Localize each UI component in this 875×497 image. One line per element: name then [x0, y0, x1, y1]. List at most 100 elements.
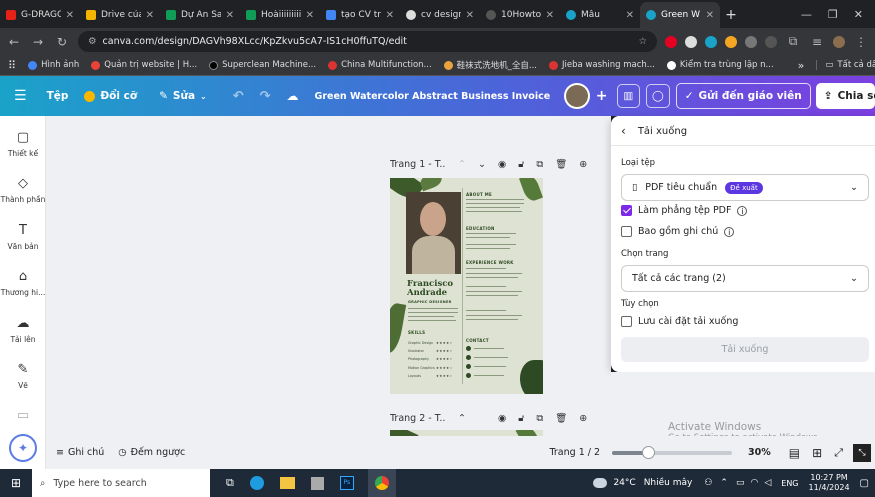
url-field[interactable]: ⚙ canva.com/design/DAGVh98XLcc/KpZkvu5cA…	[78, 31, 657, 52]
menu-icon[interactable]: ⋮	[853, 35, 869, 49]
trash-icon[interactable]: 🗑︎	[555, 413, 567, 424]
hide-icon[interactable]: ◉	[498, 413, 506, 424]
browser-tab[interactable]: Dự Án Sa ✕	[160, 2, 240, 28]
pinterest-icon[interactable]	[665, 35, 677, 48]
add-collaborator-icon[interactable]: +	[590, 88, 614, 104]
close-icon[interactable]: ✕	[546, 10, 554, 21]
bookmark-item[interactable]: Quản trị website | H...	[91, 60, 197, 70]
back-icon[interactable]: ←	[6, 35, 22, 49]
page-title[interactable]: Trang 1 - T...	[390, 159, 446, 170]
restore-icon[interactable]: ❐	[828, 8, 838, 21]
fullscreen-icon[interactable]: ⤢	[834, 446, 843, 460]
grid-view-icon[interactable]: ▤	[789, 446, 800, 460]
chevron-down-icon[interactable]: ⌄	[478, 159, 486, 170]
browser-tab[interactable]: G-DRAGO ✕	[0, 2, 80, 28]
zoom-slider-handle[interactable]	[642, 445, 656, 459]
timer-button[interactable]: ◷ Đếm ngược	[118, 447, 185, 458]
resize-button[interactable]: Đổi cỡ	[76, 90, 145, 102]
reload-icon[interactable]: ↻	[54, 35, 70, 49]
flatten-pdf-option[interactable]: Làm phẳng tệp PDF i	[621, 205, 748, 216]
chevron-up-icon[interactable]: ⌃	[720, 478, 728, 488]
bookmark-item[interactable]: 鞋袜式洗地机_全自...	[443, 59, 537, 71]
hide-icon[interactable]: ◉	[498, 159, 506, 170]
redo-icon[interactable]: ↷	[252, 89, 279, 104]
extension-icon[interactable]	[705, 35, 717, 48]
sidebar-item-more[interactable]: ▭	[0, 408, 46, 427]
info-icon[interactable]: i	[737, 205, 748, 216]
apps-icon[interactable]: ⠿	[8, 59, 16, 72]
browser-tab[interactable]: cv design ✕	[400, 2, 480, 28]
notification-icon[interactable]: ▢	[860, 478, 869, 489]
file-type-select[interactable]: ▯ PDF tiêu chuẩn Đề xuất ⌄	[621, 174, 869, 201]
bookmark-item[interactable]: Hình ảnh	[28, 60, 79, 70]
weather-desc[interactable]: Nhiều mây	[644, 478, 693, 488]
bookmark-star-icon[interactable]: ☆	[638, 36, 647, 47]
flatten-pdf-checkbox[interactable]	[621, 205, 632, 216]
site-info-icon[interactable]: ⚙	[88, 36, 97, 47]
new-tab-button[interactable]: +	[720, 2, 742, 28]
clock[interactable]: 10:27 PM 11/4/2024	[809, 473, 850, 493]
download-button[interactable]: Tải xuống	[621, 337, 869, 362]
trash-icon[interactable]: 🗑︎	[555, 159, 567, 170]
sidebar-item-design[interactable]: ▢ Thiết kế	[0, 130, 46, 158]
link-icon[interactable]	[765, 35, 777, 48]
insights-icon[interactable]: ▥	[616, 84, 641, 108]
minimize-icon[interactable]: —	[801, 8, 812, 21]
select-pages-dropdown[interactable]: Tất cả các trang (2) ⌄	[621, 265, 869, 292]
browser-tab[interactable]: Mẫu ✕	[560, 2, 640, 28]
add-page-icon[interactable]: ⊕	[579, 159, 587, 170]
close-icon[interactable]: ✕	[306, 10, 314, 21]
save-settings-checkbox[interactable]	[621, 316, 632, 327]
include-notes-option[interactable]: Bao gồm ghi chú i	[621, 226, 735, 237]
duplicate-icon[interactable]: ⧉	[536, 413, 543, 424]
lock-icon[interactable]: 🔓︎	[518, 413, 524, 424]
close-icon[interactable]: ✕	[386, 10, 394, 21]
edge-icon[interactable]	[249, 476, 264, 490]
chevron-up-icon[interactable]: ⌃	[458, 413, 466, 424]
include-notes-checkbox[interactable]	[621, 226, 632, 237]
chevron-up-icon[interactable]: ⌃	[458, 159, 466, 170]
save-settings-option[interactable]: Lưu cài đặt tải xuống	[621, 316, 738, 327]
page-counter[interactable]: Trang 1 / 2	[549, 447, 600, 458]
weather-temp[interactable]: 24°C	[613, 478, 635, 488]
document-title[interactable]: Green Watercolor Abstract Business Invoi…	[307, 91, 559, 102]
bookmark-item[interactable]: Jieba washing mach...	[549, 60, 655, 70]
wifi-icon[interactable]: ◠	[750, 478, 758, 488]
sidebar-item-draw[interactable]: ✎ Vẽ	[0, 362, 46, 390]
info-icon[interactable]: i	[724, 226, 735, 237]
duplicate-icon[interactable]: ⧉	[536, 159, 543, 170]
resume-page-1[interactable]: Francisco Andrade GRAPHIC DESIGNER SKILL…	[390, 178, 543, 394]
page-title[interactable]: Trang 2 - T...	[390, 413, 446, 424]
taskbar-search[interactable]: ⌕ Type here to search	[32, 469, 210, 497]
sidebar-item-text[interactable]: T Văn bản	[0, 223, 46, 251]
avatar[interactable]	[833, 35, 845, 48]
comment-icon[interactable]: ◯	[646, 84, 670, 108]
undo-icon[interactable]: ↶	[215, 89, 252, 104]
close-window-icon[interactable]: ✕	[854, 8, 863, 21]
close-icon[interactable]: ✕	[66, 10, 74, 21]
store-icon[interactable]	[310, 476, 324, 490]
lock-icon[interactable]: 🔓︎	[518, 159, 524, 170]
bookmark-item[interactable]: Kiểm tra trùng lặp n...	[666, 60, 774, 70]
close-icon[interactable]: ✕	[706, 10, 714, 21]
magic-assistant-button[interactable]: ✦	[9, 434, 37, 462]
browser-tab-active[interactable]: Green W ✕	[640, 2, 720, 28]
sidebar-item-brand[interactable]: ⌂ Thương hi...	[0, 269, 46, 297]
zoom-level[interactable]: 30%	[748, 447, 771, 458]
close-icon[interactable]: ✕	[626, 10, 634, 21]
tab-list-icon[interactable]: ≡	[809, 35, 825, 49]
task-view-icon[interactable]: ⧉	[226, 476, 234, 490]
chrome-icon[interactable]	[367, 469, 396, 497]
browser-tab[interactable]: Drive của ✕	[80, 2, 160, 28]
menu-icon[interactable]: ☰	[0, 88, 35, 104]
people-icon[interactable]: ⚇	[704, 478, 712, 488]
bookmark-item[interactable]: Superclean Machine...	[209, 60, 316, 70]
windows-start-icon[interactable]: ⊞	[0, 476, 32, 490]
extension-icon[interactable]	[725, 35, 737, 48]
close-icon[interactable]: ✕	[146, 10, 154, 21]
share-button[interactable]: ⇪Chia sẻ	[815, 83, 875, 109]
cloud-sync-icon[interactable]: ☁	[279, 89, 307, 103]
browser-tab[interactable]: 10Howto ✕	[480, 2, 560, 28]
send-to-teacher-button[interactable]: ✓ Gửi đến giáo viên	[675, 83, 811, 109]
browser-tab[interactable]: Hoàiiiiiiiii ✕	[240, 2, 320, 28]
